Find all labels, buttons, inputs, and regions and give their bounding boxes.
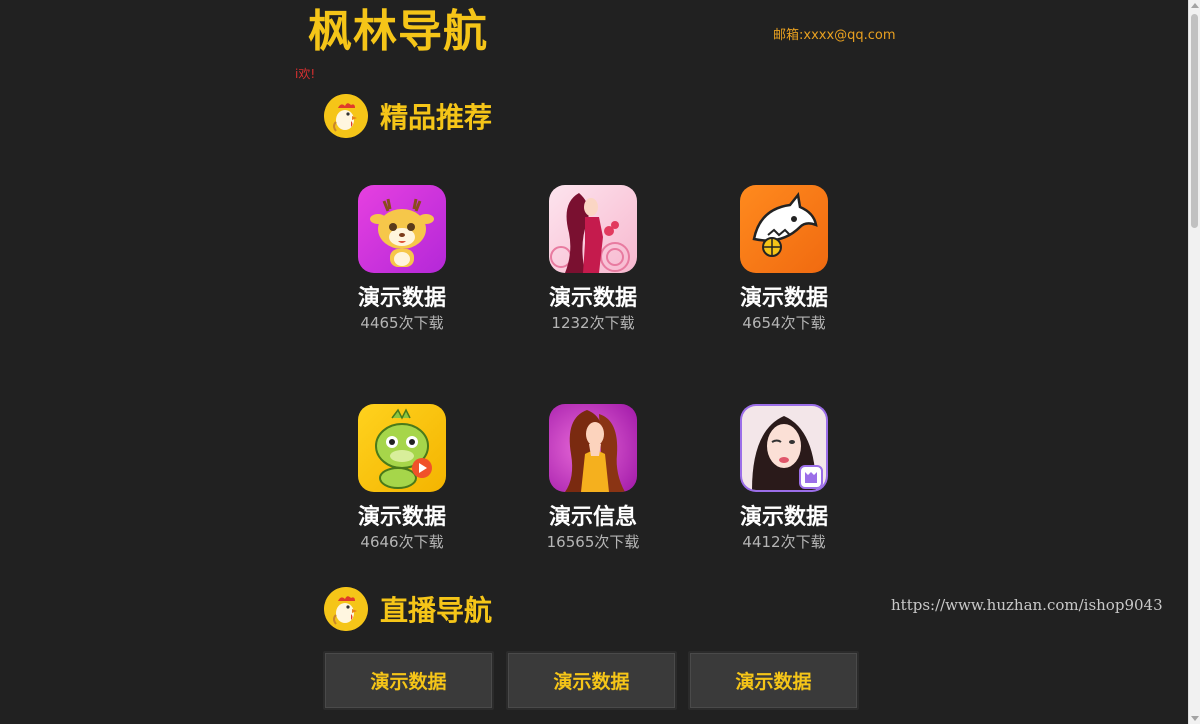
welcome-marquee: i欢!	[295, 67, 316, 81]
app-name: 演示数据	[548, 286, 637, 311]
app-name: 演示数据	[357, 286, 446, 311]
app-downloads: 4465次下载	[360, 314, 444, 332]
watermark-url: https://www.huzhan.com/ishop9043	[891, 596, 1163, 614]
vertical-scrollbar[interactable]	[1188, 0, 1200, 724]
app-downloads: 4646次下载	[360, 533, 444, 551]
section-title-live: 直播导航	[380, 594, 493, 627]
scrollbar-thumb[interactable]	[1191, 14, 1198, 228]
scroll-up-arrow-icon[interactable]	[1191, 3, 1199, 8]
app-card[interactable]: 演示数据 4412次下载	[714, 404, 854, 552]
live-link-button[interactable]: 演示数据	[323, 651, 494, 710]
live-link-button[interactable]: 演示数据	[688, 651, 859, 710]
shark-icon[interactable]	[740, 185, 828, 273]
app-downloads: 4412次下载	[742, 533, 826, 551]
app-card[interactable]: 演示数据 1232次下载	[523, 185, 663, 333]
app-downloads: 4654次下载	[742, 314, 826, 332]
app-card[interactable]: 演示数据 4646次下载	[332, 404, 472, 552]
app-name: 演示数据	[739, 286, 828, 311]
app-downloads: 16565次下载	[546, 533, 640, 551]
rooster-icon	[324, 94, 368, 138]
app-card[interactable]: 演示数据 4654次下载	[714, 185, 854, 333]
contact-email[interactable]: 邮箱:xxxx@qq.com	[773, 24, 896, 43]
page: 枫林导航 邮箱:xxxx@qq.com i欢! 精品推荐 演示数据 4465次下…	[0, 0, 1200, 724]
scroll-down-arrow-icon[interactable]	[1191, 716, 1199, 721]
section-header-featured: 精品推荐	[324, 94, 492, 138]
app-name: 演示数据	[357, 505, 446, 530]
girl-photo-icon[interactable]	[740, 404, 828, 492]
site-title[interactable]: 枫林导航	[308, 4, 488, 60]
deer-cartoon-icon[interactable]	[358, 185, 446, 273]
app-card[interactable]: 演示信息 16565次下载	[523, 404, 663, 552]
woman-portrait-icon[interactable]	[549, 404, 637, 492]
woman-silhouette-icon[interactable]	[549, 185, 637, 273]
app-card[interactable]: 演示数据 4465次下载	[332, 185, 472, 333]
app-name: 演示数据	[739, 505, 828, 530]
dragon-cartoon-icon[interactable]	[358, 404, 446, 492]
app-name: 演示信息	[548, 505, 637, 530]
rooster-icon	[324, 587, 368, 631]
app-downloads: 1232次下载	[551, 314, 635, 332]
live-link-button[interactable]: 演示数据	[506, 651, 677, 710]
section-header-live: 直播导航	[324, 587, 492, 631]
section-title-featured: 精品推荐	[380, 101, 493, 134]
